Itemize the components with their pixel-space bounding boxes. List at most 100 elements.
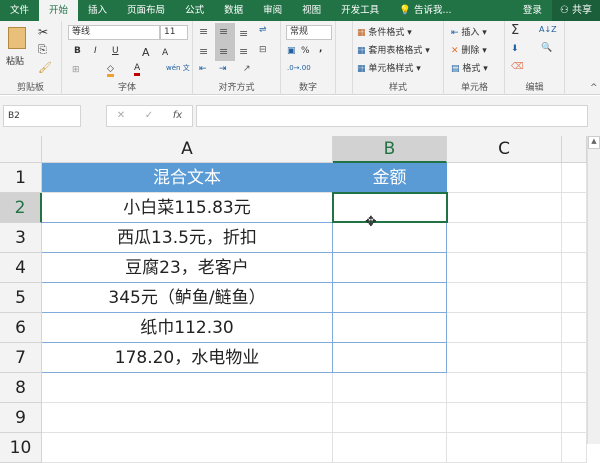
merge-center-icon[interactable]: ⊟: [259, 45, 267, 55]
cell-a2[interactable]: 小白菜115.83元: [42, 193, 333, 223]
row-header-7[interactable]: 7: [0, 343, 42, 373]
format-painter-icon[interactable]: 🖌: [38, 61, 52, 74]
tell-me[interactable]: 💡 告诉我...: [389, 0, 461, 21]
font-color-icon[interactable]: A: [134, 63, 141, 76]
cell-a4[interactable]: 豆腐23，老客户: [42, 253, 333, 283]
fill-icon[interactable]: ⬇: [511, 44, 519, 54]
tab-page-layout[interactable]: 页面布局: [117, 0, 175, 21]
wrap-text-icon[interactable]: ⇌: [259, 25, 267, 35]
cell-b3[interactable]: [333, 223, 447, 253]
align-left-icon[interactable]: ≡: [199, 45, 208, 58]
tab-home[interactable]: 开始: [39, 0, 79, 21]
cancel-icon[interactable]: ✕: [117, 106, 125, 126]
middle-align-icon[interactable]: ≡: [219, 25, 228, 38]
share-button[interactable]: ⚇ 共享: [551, 0, 600, 21]
cell-a8[interactable]: [42, 373, 333, 403]
name-box[interactable]: B2: [3, 105, 81, 127]
row-header-9[interactable]: 9: [0, 403, 42, 433]
select-all-button[interactable]: [0, 136, 42, 163]
cell-a1[interactable]: 混合文本: [42, 163, 333, 193]
row-header-4[interactable]: 4: [0, 253, 42, 283]
increase-decimal-icon[interactable]: .0→.00: [287, 64, 311, 72]
column-header-c[interactable]: C: [447, 136, 562, 163]
grow-font-icon[interactable]: A: [142, 46, 150, 59]
row-header-8[interactable]: 8: [0, 373, 42, 403]
insert-cells-button[interactable]: ⇤ 插入 ▾: [451, 25, 487, 38]
top-align-icon[interactable]: ≡: [199, 25, 208, 38]
cell-d3[interactable]: [562, 223, 587, 253]
row-header-10[interactable]: 10: [0, 433, 42, 463]
vertical-scrollbar[interactable]: ▲: [587, 136, 600, 444]
cell-d7[interactable]: [562, 343, 587, 373]
row-header-2[interactable]: 2: [0, 193, 42, 223]
cell-c5[interactable]: [447, 283, 562, 313]
tab-data[interactable]: 数据: [214, 0, 253, 21]
align-right-icon[interactable]: ≡: [239, 45, 248, 58]
cell-b8[interactable]: [333, 373, 447, 403]
tab-insert[interactable]: 插入: [78, 0, 117, 21]
cell-a7[interactable]: 178.20，水电物业: [42, 343, 333, 373]
cell-c2[interactable]: [447, 193, 562, 223]
cell-c6[interactable]: [447, 313, 562, 343]
font-name-select[interactable]: 等线: [68, 25, 160, 40]
cell-c4[interactable]: [447, 253, 562, 283]
cell-b10[interactable]: [333, 433, 447, 463]
comma-button[interactable]: ,: [319, 44, 322, 54]
collapse-ribbon-chevron-icon[interactable]: ^: [590, 83, 598, 93]
cell-c1[interactable]: [447, 163, 562, 193]
tab-file[interactable]: 文件: [0, 0, 39, 21]
fill-color-icon[interactable]: ◇: [107, 64, 114, 77]
cell-d9[interactable]: [562, 403, 587, 433]
cell-d5[interactable]: [562, 283, 587, 313]
underline-button[interactable]: U: [112, 46, 119, 56]
formula-input[interactable]: [196, 105, 588, 127]
cell-c10[interactable]: [447, 433, 562, 463]
login-link[interactable]: 登录: [513, 0, 552, 21]
row-header-5[interactable]: 5: [0, 283, 42, 313]
column-header-d[interactable]: [562, 136, 587, 163]
phonetic-icon[interactable]: wén 文: [166, 63, 190, 73]
row-header-1[interactable]: 1: [0, 163, 42, 193]
cell-a10[interactable]: [42, 433, 333, 463]
cell-c7[interactable]: [447, 343, 562, 373]
font-size-select[interactable]: 11: [160, 25, 188, 40]
row-header-3[interactable]: 3: [0, 223, 42, 253]
cell-b1[interactable]: 金额: [333, 163, 447, 193]
cell-d1[interactable]: [562, 163, 587, 193]
paste-icon[interactable]: [8, 27, 26, 49]
cell-styles-button[interactable]: ▦ 单元格样式 ▾: [357, 61, 421, 74]
cell-d6[interactable]: [562, 313, 587, 343]
sort-filter-button[interactable]: A↓Z: [539, 25, 557, 34]
tab-view[interactable]: 视图: [292, 0, 331, 21]
percent-button[interactable]: %: [301, 46, 310, 56]
shrink-font-icon[interactable]: A: [162, 48, 168, 58]
format-as-table-button[interactable]: ▦ 套用表格格式 ▾: [357, 43, 430, 56]
active-cell-b2[interactable]: [332, 192, 448, 223]
cut-icon[interactable]: ✂: [38, 25, 48, 39]
row-header-6[interactable]: 6: [0, 313, 42, 343]
find-icon[interactable]: 🔍: [541, 43, 552, 53]
cell-b4[interactable]: [333, 253, 447, 283]
enter-icon[interactable]: ✓: [145, 106, 153, 126]
cell-a5[interactable]: 345元（鲈鱼/鲢鱼）: [42, 283, 333, 313]
bold-button[interactable]: B: [74, 46, 81, 56]
cell-b5[interactable]: [333, 283, 447, 313]
bottom-align-icon[interactable]: ≡: [239, 27, 248, 40]
align-center-icon[interactable]: ≡: [219, 45, 228, 58]
cell-b9[interactable]: [333, 403, 447, 433]
increase-indent-icon[interactable]: ⇥: [219, 64, 227, 74]
cell-d10[interactable]: [562, 433, 587, 463]
scroll-up-icon[interactable]: ▲: [588, 136, 600, 149]
cell-b7[interactable]: [333, 343, 447, 373]
cell-b6[interactable]: [333, 313, 447, 343]
paste-button[interactable]: 粘贴: [6, 54, 24, 67]
accounting-icon[interactable]: ▣: [287, 46, 296, 56]
conditional-format-button[interactable]: ▦ 条件格式 ▾: [357, 25, 412, 38]
clear-icon[interactable]: ⌫: [511, 62, 524, 72]
tab-formulas[interactable]: 公式: [175, 0, 214, 21]
cell-a9[interactable]: [42, 403, 333, 433]
cell-c3[interactable]: [447, 223, 562, 253]
autosum-button[interactable]: Σ: [511, 23, 519, 38]
column-header-b[interactable]: B: [333, 136, 447, 163]
number-format-select[interactable]: 常规: [286, 25, 332, 40]
